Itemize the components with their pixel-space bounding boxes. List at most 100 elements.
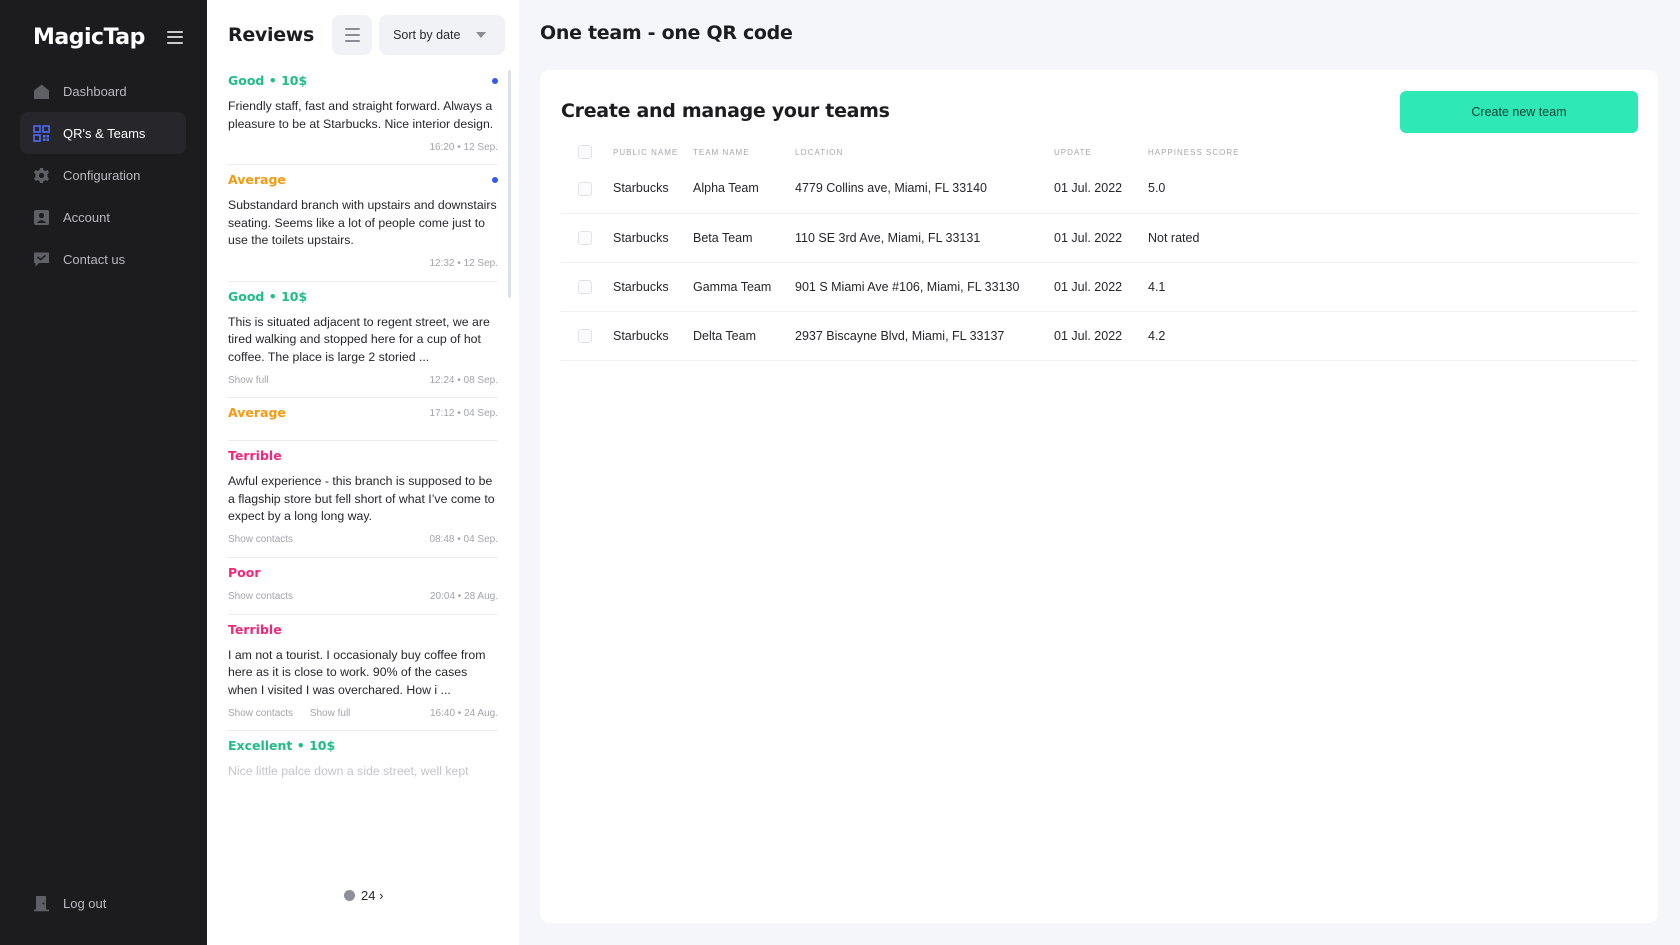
show-contacts-link[interactable]: Show contacts <box>228 534 293 545</box>
sidebar-item-label: Contact us <box>63 251 126 267</box>
unread-dot-icon <box>492 177 498 183</box>
review-rating: Terrible <box>228 448 282 463</box>
sidebar-nav: Dashboard QR's & Teams Configuration Acc… <box>20 70 186 280</box>
sidebar-item-label: QR's & Teams <box>63 125 146 141</box>
pagination-label: 24 › <box>361 887 384 903</box>
review-time: 12:32 • 12 Sep. <box>429 258 498 269</box>
review-text: Substandard branch with upstairs and dow… <box>228 198 497 247</box>
review-footer: 16:20 • 12 Sep. <box>228 140 498 154</box>
reviews-panel: Reviews Sort by date Good • 10$ Friendly… <box>207 0 519 945</box>
gear-icon <box>34 167 49 183</box>
sidebar-item-label: Dashboard <box>63 83 127 99</box>
logout-button[interactable]: Log out <box>33 892 106 914</box>
qr-code-icon <box>33 124 50 142</box>
review-text: This is situated adjacent to regent stre… <box>228 314 490 364</box>
cell-team-name: Delta Team <box>693 311 795 361</box>
review-time: 16:40 • 24 Aug. <box>429 707 498 719</box>
sidebar-item-label: Configuration <box>63 167 141 183</box>
cell-location: 110 SE 3rd Ave, Miami, FL 33131 <box>795 213 1054 263</box>
pagination[interactable]: 24 › <box>344 887 383 903</box>
column-header[interactable]: Public name <box>613 140 693 164</box>
cell-update: 01 Jul. 2022 <box>1054 213 1148 263</box>
review-time: 17:12 • 04 Sep. <box>429 407 498 419</box>
card-title: Create and manage your teams <box>561 100 890 122</box>
review-rating: Terrible <box>228 621 282 637</box>
reviews-header: Reviews Sort by date <box>228 14 505 56</box>
row-checkbox[interactable] <box>578 279 592 294</box>
reviews-filter-menu-icon[interactable] <box>332 15 373 55</box>
review-time: 16:20 • 12 Sep. <box>429 141 498 153</box>
row-checkbox[interactable] <box>578 181 592 196</box>
cell-update: 01 Jul. 2022 <box>1054 311 1148 361</box>
teams-card: Create and manage your teams Create new … <box>540 70 1658 923</box>
review-rating: Average <box>228 172 286 187</box>
review-time: 20:04 • 28 Aug. <box>429 591 498 602</box>
cell-team-name: Gamma Team <box>693 262 795 312</box>
review-item[interactable]: Average 17:12 • 04 Sep. <box>228 398 498 441</box>
sidebar: MagicTap Dashboard QR's & Teams Configur… <box>0 0 207 945</box>
row-checkbox[interactable] <box>578 328 592 343</box>
review-item[interactable]: Excellent • 10$ Nice little palce down a… <box>228 731 498 791</box>
reviews-list: Good • 10$ Friendly staff, fast and stra… <box>228 66 498 866</box>
table-row[interactable]: Starbucks Delta Team 2937 Biscayne Blvd,… <box>561 311 1638 361</box>
sidebar-item-configuration[interactable]: Configuration <box>20 154 186 196</box>
cell-public-name: Starbucks <box>613 164 693 214</box>
cell-location: 2937 Biscayne Blvd, Miami, FL 33137 <box>795 311 1054 361</box>
review-rating: Average <box>228 405 286 420</box>
menu-toggle-icon[interactable] <box>167 30 183 44</box>
chevron-down-icon <box>476 32 487 38</box>
column-header[interactable]: Team name <box>693 140 795 164</box>
cell-team-name: Alpha Team <box>693 164 795 214</box>
review-footer: Show contacts 20:04 • 28 Aug. <box>228 590 498 604</box>
cell-score: 4.2 <box>1148 311 1638 361</box>
sidebar-item-dashboard[interactable]: Dashboard <box>20 70 186 112</box>
table-row[interactable]: Starbucks Beta Team 110 SE 3rd Ave, Miam… <box>561 213 1638 263</box>
review-rating: Poor <box>228 564 261 580</box>
table-row[interactable]: Starbucks Alpha Team 4779 Collins ave, M… <box>561 164 1638 214</box>
column-header[interactable]: Happiness score <box>1148 140 1638 164</box>
column-header[interactable]: Location <box>795 140 1054 164</box>
review-item[interactable]: Average Substandard branch with upstairs… <box>228 165 498 282</box>
cell-update: 01 Jul. 2022 <box>1054 262 1148 312</box>
review-text: Nice little palce down a side street, we… <box>228 764 469 778</box>
logo[interactable]: MagicTap <box>33 25 145 50</box>
show-contacts-link[interactable]: Show contacts <box>228 591 293 602</box>
review-footer: Show contacts 08:48 • 04 Sep. <box>228 533 498 547</box>
reviews-title: Reviews <box>228 24 315 46</box>
review-rating: Good • 10$ <box>228 73 308 88</box>
cell-update: 01 Jul. 2022 <box>1054 164 1148 214</box>
review-item[interactable]: Terrible I am not a tourist. I occasiona… <box>228 615 498 731</box>
sidebar-item-account[interactable]: Account <box>20 196 186 238</box>
review-item[interactable]: Good • 10$ Friendly staff, fast and stra… <box>228 66 498 165</box>
show-full-link[interactable]: Show full <box>310 708 351 719</box>
create-team-button[interactable]: Create new team <box>1400 91 1638 133</box>
show-full-link[interactable]: Show full <box>228 375 269 386</box>
table-header-row: Public name Team name Location Update Ha… <box>561 140 1638 164</box>
select-all-checkbox[interactable] <box>578 145 592 159</box>
show-contacts-link[interactable]: Show contacts <box>228 708 293 719</box>
chat-icon <box>34 252 49 266</box>
cell-public-name: Starbucks <box>613 311 693 361</box>
review-rating: Excellent • 10$ <box>228 738 336 753</box>
teams-table: Public name Team name Location Update Ha… <box>561 140 1638 361</box>
sidebar-item-contact[interactable]: Contact us <box>20 238 186 280</box>
logout-label: Log out <box>63 895 107 911</box>
comment-icon <box>344 889 355 901</box>
cell-public-name: Starbucks <box>613 262 693 312</box>
reviews-scrollbar[interactable] <box>508 70 511 298</box>
review-text: Friendly staff, fast and straight forwar… <box>228 99 494 131</box>
account-icon <box>34 209 49 225</box>
sort-dropdown[interactable]: Sort by date <box>379 15 505 55</box>
review-item[interactable]: Poor Show contacts 20:04 • 28 Aug. <box>228 558 498 615</box>
cell-location: 4779 Collins ave, Miami, FL 33140 <box>795 164 1054 214</box>
review-text: I am not a tourist. I occasionaly buy co… <box>228 647 486 697</box>
logo-row: MagicTap <box>33 22 183 52</box>
review-footer: Show contacts Show full 16:40 • 24 Aug. <box>228 706 498 720</box>
row-checkbox[interactable] <box>578 230 592 245</box>
home-icon <box>34 84 49 99</box>
sidebar-item-qr-teams[interactable]: QR's & Teams <box>20 112 186 154</box>
review-item[interactable]: Good • 10$ This is situated adjacent to … <box>228 282 498 398</box>
column-header[interactable]: Update <box>1054 140 1148 164</box>
table-row[interactable]: Starbucks Gamma Team 901 S Miami Ave #10… <box>561 262 1638 312</box>
review-item[interactable]: Terrible Awful experience - this branch … <box>228 441 498 558</box>
